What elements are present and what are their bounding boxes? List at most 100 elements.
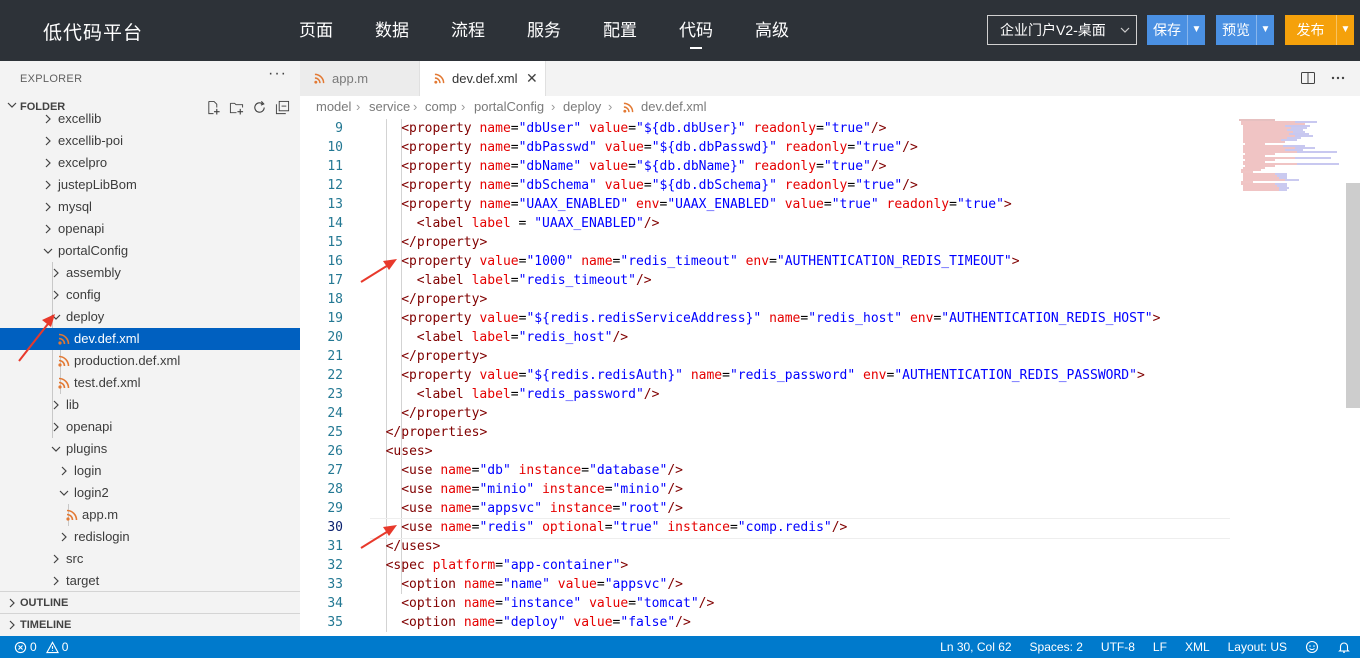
line-number: 33	[327, 577, 343, 592]
code-line[interactable]: <use name="minio" instance="minio"/>	[401, 480, 683, 499]
notifications-button[interactable]	[1328, 636, 1360, 658]
keyboard-layout[interactable]: Layout: US	[1219, 636, 1296, 658]
tree-folder-item[interactable]: openapi	[0, 416, 300, 438]
tab-dev-def-xml[interactable]: dev.def.xml ✕	[420, 61, 546, 96]
code-line[interactable]: <uses>	[386, 442, 433, 461]
breadcrumb-item[interactable]: portalConfig	[474, 96, 544, 118]
code-line[interactable]: <property value = "${redis.redisAuth}" nam…	[401, 366, 1145, 385]
preview-button-label: 预览	[1222, 22, 1250, 38]
code-line[interactable]: <property name="dbUser" value="${db.dbUs…	[401, 119, 886, 138]
tree-folder-item[interactable]: plugins	[0, 438, 300, 460]
tree-file-item[interactable]: dev.def.xml	[0, 328, 300, 350]
breadcrumb-item[interactable]: model	[316, 96, 351, 118]
code-token: >	[1136, 368, 1145, 383]
tree-file-item[interactable]: app.m	[0, 504, 300, 526]
more-actions-icon[interactable]	[1330, 70, 1346, 86]
breadcrumb-item[interactable]: deploy	[563, 96, 601, 118]
code-token: =	[949, 197, 957, 212]
code-token: instance	[667, 520, 730, 535]
tree-file-item[interactable]: production.def.xml	[0, 350, 300, 372]
tree-folder-item[interactable]: lib	[0, 394, 300, 416]
preview-button[interactable]: 预览 ▼	[1216, 15, 1274, 45]
code-line[interactable]: <property name="dbSchema" value="${db.db…	[401, 176, 918, 195]
tree-folder-item[interactable]: justepLibBom	[0, 174, 300, 196]
code-line[interactable]: <spec platform="app-container">	[386, 556, 629, 575]
tree-folder-item[interactable]: openapi	[0, 218, 300, 240]
nav-item-4[interactable]: 配置	[582, 0, 658, 61]
minimap[interactable]	[1235, 118, 1345, 198]
code-line[interactable]: <use name="appsvc" instance="root"/>	[401, 499, 683, 518]
timeline-section[interactable]: TIMELINE	[0, 613, 300, 635]
language-mode[interactable]: XML	[1176, 636, 1219, 658]
tree-folder-item[interactable]: assembly	[0, 262, 300, 284]
code-line[interactable]: </property>	[401, 233, 487, 252]
preview-dropdown-icon[interactable]: ▼	[1256, 15, 1274, 45]
indentation[interactable]: Spaces: 2	[1021, 636, 1092, 658]
cursor-position[interactable]: Ln 30, Col 62	[931, 636, 1020, 658]
code-line[interactable]: <property value="1000" name="redis_timeo…	[401, 252, 1019, 271]
outline-section[interactable]: OUTLINE	[0, 591, 300, 613]
tree-folder-item[interactable]: config	[0, 284, 300, 306]
code-line[interactable]: <option name="deploy" value="false"/>	[401, 613, 691, 632]
nav-item-0[interactable]: 页面	[278, 0, 354, 61]
breadcrumb-item[interactable]: dev.def.xml	[641, 96, 707, 118]
code-line[interactable]: </property>	[401, 290, 487, 309]
problems-indicator[interactable]: 0 0	[14, 636, 74, 658]
split-editor-icon[interactable]	[1300, 70, 1316, 86]
tree-folder-item[interactable]: redislogin	[0, 526, 300, 548]
nav-item-1[interactable]: 数据	[354, 0, 430, 61]
tree-folder-item[interactable]: portalConfig	[0, 240, 300, 262]
code-line[interactable]: </property>	[401, 347, 487, 366]
tree-folder-item[interactable]: login	[0, 460, 300, 482]
code-line[interactable]: <label label="redis_host"/>	[417, 328, 628, 347]
project-selector[interactable]: 企业门户V2-桌面	[987, 15, 1137, 45]
tab-app-m[interactable]: app.m	[300, 61, 420, 96]
nav-item-3[interactable]: 服务	[506, 0, 582, 61]
code-line[interactable]: <label label="redis_timeout"/>	[417, 271, 652, 290]
breadcrumb-item[interactable]: service	[369, 96, 410, 118]
tree-folder-item[interactable]: deploy	[0, 306, 300, 328]
code-line[interactable]: <property value="${redis.redisServiceAdd…	[401, 309, 1160, 328]
code-line[interactable]: </property>	[401, 404, 487, 423]
code-line[interactable]: <property name="dbPasswd" value="${db.db…	[401, 138, 918, 157]
tree-folder-item[interactable]: mysql	[0, 196, 300, 218]
code-line[interactable]: <use name="redis" optional="true" instan…	[401, 518, 847, 537]
code-line[interactable]: </uses>	[386, 537, 441, 556]
code-line[interactable]: <label label="redis_password"/>	[417, 385, 660, 404]
tree-folder-item[interactable]: src	[0, 548, 300, 570]
publish-dropdown-icon[interactable]: ▼	[1336, 15, 1354, 45]
code-line[interactable]: <use name="db" instance="database"/>	[401, 461, 683, 480]
nav-item-5[interactable]: 代码	[658, 0, 734, 61]
tree-folder-item[interactable]: excellib-poi	[0, 130, 300, 152]
tree-folder-item[interactable]: login2	[0, 482, 300, 504]
code-line[interactable]: <label label = "UAAX_ENABLED"/>	[417, 214, 660, 233]
code-token: =	[510, 159, 519, 174]
tree-folder-item[interactable]: excellib	[0, 108, 300, 130]
code-line[interactable]: <property name="dbName" value="${db.dbNa…	[401, 157, 886, 176]
breadcrumb-item[interactable]: comp	[425, 96, 457, 118]
end-of-line[interactable]: LF	[1144, 636, 1176, 658]
nav-item-6[interactable]: 高级	[734, 0, 810, 61]
encoding[interactable]: UTF-8	[1092, 636, 1144, 658]
feedback-button[interactable]	[1296, 636, 1328, 658]
code-line[interactable]: <option name="name" value="appsvc"/>	[401, 575, 683, 594]
line-number: 18	[327, 292, 343, 307]
code-line[interactable]: </properties>	[386, 423, 488, 442]
code-line[interactable]: <option name="instance" value="tomcat"/>	[401, 594, 714, 613]
tree-file-item[interactable]: test.def.xml	[0, 372, 300, 394]
save-dropdown-icon[interactable]: ▼	[1187, 15, 1205, 45]
code-line[interactable]: <property name="UAAX_ENABLED" env="UAAX_…	[401, 195, 1012, 214]
code-token: =	[604, 482, 613, 497]
nav-item-2[interactable]: 流程	[430, 0, 506, 61]
more-actions-icon[interactable]: ···	[268, 65, 287, 83]
code-editor[interactable]: 9 <property name="dbUser" value="${db.dbU…	[300, 118, 1345, 636]
tree-folder-item[interactable]: target	[0, 570, 300, 590]
tree-folder-item[interactable]: excelpro	[0, 152, 300, 174]
close-icon[interactable]: ✕	[526, 61, 538, 96]
save-button[interactable]: 保存 ▼	[1147, 15, 1205, 45]
editor-scrollbar-thumb[interactable]	[1346, 183, 1360, 408]
chevron-right-icon	[53, 422, 59, 432]
publish-button[interactable]: 发布 ▼	[1285, 15, 1354, 45]
code-token: <label	[416, 330, 472, 345]
